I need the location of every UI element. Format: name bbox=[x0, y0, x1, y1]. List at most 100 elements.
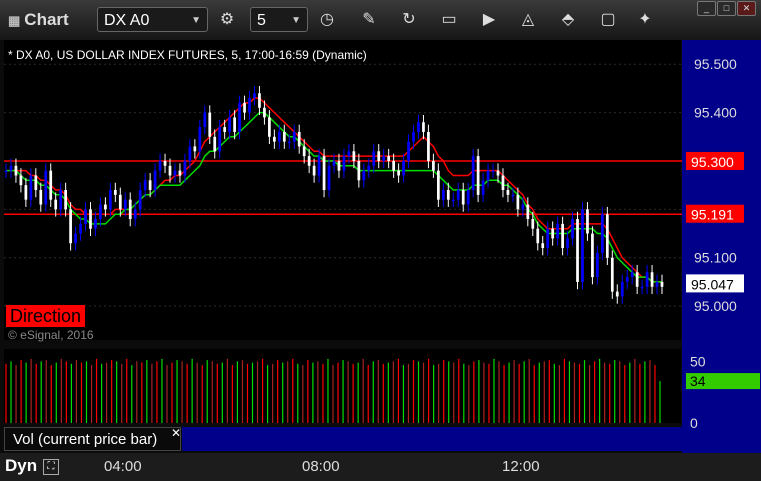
candle-body bbox=[387, 156, 391, 161]
interval-input[interactable]: 5 ▼ bbox=[250, 7, 308, 32]
alert-icon[interactable]: ◬ bbox=[517, 9, 539, 31]
close-icon[interactable]: ✕ bbox=[171, 426, 181, 440]
candle-body bbox=[29, 175, 33, 200]
settings-gear-icon[interactable]: ⚙ bbox=[216, 9, 238, 31]
twitter-icon[interactable]: ✦ bbox=[634, 9, 656, 31]
candle-body bbox=[486, 170, 490, 181]
symbol-input[interactable]: DX A0 ▼ bbox=[97, 7, 208, 32]
price-badge-label: 95.191 bbox=[691, 207, 734, 223]
candle-body bbox=[506, 190, 510, 195]
candle-body bbox=[208, 112, 212, 137]
candle-body bbox=[432, 160, 435, 171]
direction-label: Direction bbox=[6, 305, 86, 327]
candle-body bbox=[441, 190, 445, 200]
candle-body bbox=[610, 257, 614, 292]
candle-body bbox=[213, 136, 217, 152]
candle-body bbox=[412, 131, 415, 142]
candle-body bbox=[263, 107, 266, 118]
candle-body bbox=[108, 190, 112, 210]
candle-body bbox=[605, 214, 609, 258]
candle-body bbox=[655, 281, 659, 287]
price-volume-chart[interactable]: 95.50095.40095.30095.20095.10095.00095.3… bbox=[0, 40, 761, 453]
refresh-icon[interactable]: ↻ bbox=[398, 9, 420, 31]
candle-body bbox=[54, 199, 58, 210]
volume-badge-label: 34 bbox=[690, 373, 706, 389]
candle-body bbox=[113, 190, 117, 195]
candle-body bbox=[456, 190, 460, 200]
lock-icon[interactable]: ⛶ bbox=[43, 459, 59, 475]
candle-body bbox=[615, 291, 619, 297]
price-tick-label: 95.500 bbox=[694, 56, 737, 72]
candle-body bbox=[417, 122, 420, 132]
candle-body bbox=[292, 131, 296, 142]
candle-body bbox=[128, 199, 132, 220]
message-icon[interactable]: ▢ bbox=[597, 9, 619, 31]
candle-body bbox=[133, 209, 137, 220]
chevron-down-icon[interactable]: ▼ bbox=[191, 8, 201, 33]
minimize-icon[interactable]: _ bbox=[697, 1, 716, 16]
candle-body bbox=[461, 190, 465, 205]
chart-grid-icon: ▦ bbox=[8, 13, 21, 28]
candle-body bbox=[422, 122, 425, 132]
candle-body bbox=[551, 228, 555, 239]
candle-body bbox=[99, 204, 102, 220]
candle-body bbox=[556, 223, 560, 239]
play-icon[interactable]: ▶ bbox=[478, 9, 500, 31]
price-plot-area bbox=[4, 40, 681, 340]
candle-body bbox=[258, 93, 261, 108]
candle-body bbox=[446, 190, 450, 200]
candle-body bbox=[397, 170, 400, 176]
candle-body bbox=[74, 233, 77, 244]
candle-body bbox=[218, 127, 222, 152]
candle-body bbox=[451, 199, 455, 202]
candle-body bbox=[312, 165, 316, 176]
candle-body bbox=[19, 175, 23, 186]
candle-body bbox=[481, 180, 485, 195]
candle-body bbox=[59, 190, 63, 210]
candle-body bbox=[39, 190, 43, 205]
candle-body bbox=[427, 131, 430, 161]
volume-panel-scroll[interactable] bbox=[182, 427, 682, 451]
candle-body bbox=[79, 223, 82, 234]
candle-body bbox=[148, 180, 152, 190]
volume-tick-label: 0 bbox=[690, 415, 698, 431]
candle-body bbox=[392, 160, 396, 171]
price-tick-label: 95.400 bbox=[694, 105, 737, 121]
candle-body bbox=[496, 170, 500, 176]
candle-body bbox=[436, 170, 440, 200]
close-icon[interactable]: ✕ bbox=[737, 1, 756, 16]
candle-body bbox=[561, 223, 564, 249]
candle-body bbox=[347, 151, 351, 157]
candle-body bbox=[302, 146, 306, 157]
candle-body bbox=[173, 170, 177, 176]
candle-body bbox=[198, 127, 202, 152]
symbol-value: DX A0 bbox=[104, 12, 150, 29]
candle-body bbox=[322, 156, 326, 190]
candle-body bbox=[277, 131, 281, 142]
candle-body bbox=[581, 209, 584, 282]
candle-body bbox=[193, 146, 197, 152]
candle-body bbox=[476, 156, 480, 195]
time-tick-label: 08:00 bbox=[302, 458, 340, 475]
candle-body bbox=[138, 190, 142, 210]
candle-body bbox=[14, 165, 18, 176]
candle-body bbox=[9, 165, 13, 171]
candle-body bbox=[650, 272, 654, 287]
get-icon[interactable]: ▭ bbox=[438, 9, 460, 31]
maximize-icon[interactable]: □ bbox=[717, 1, 736, 16]
candle-body bbox=[297, 131, 301, 147]
pencil-icon[interactable]: ✎ bbox=[358, 9, 380, 31]
candle-body bbox=[89, 209, 92, 229]
volume-panel-tab[interactable]: Vol (current price bar) bbox=[4, 427, 181, 451]
candle-body bbox=[571, 219, 574, 239]
candle-body bbox=[625, 277, 629, 282]
candle-body bbox=[645, 272, 649, 287]
candle-body bbox=[466, 190, 470, 205]
clock-icon[interactable]: ◷ bbox=[316, 9, 338, 31]
link-icon[interactable]: ⬘ bbox=[557, 9, 579, 31]
candle-body bbox=[317, 156, 321, 176]
candle-body bbox=[586, 209, 589, 234]
chevron-down-icon[interactable]: ▼ bbox=[291, 8, 301, 33]
price-tick-label: 95.100 bbox=[694, 250, 737, 266]
time-tick-label: 04:00 bbox=[104, 458, 142, 475]
